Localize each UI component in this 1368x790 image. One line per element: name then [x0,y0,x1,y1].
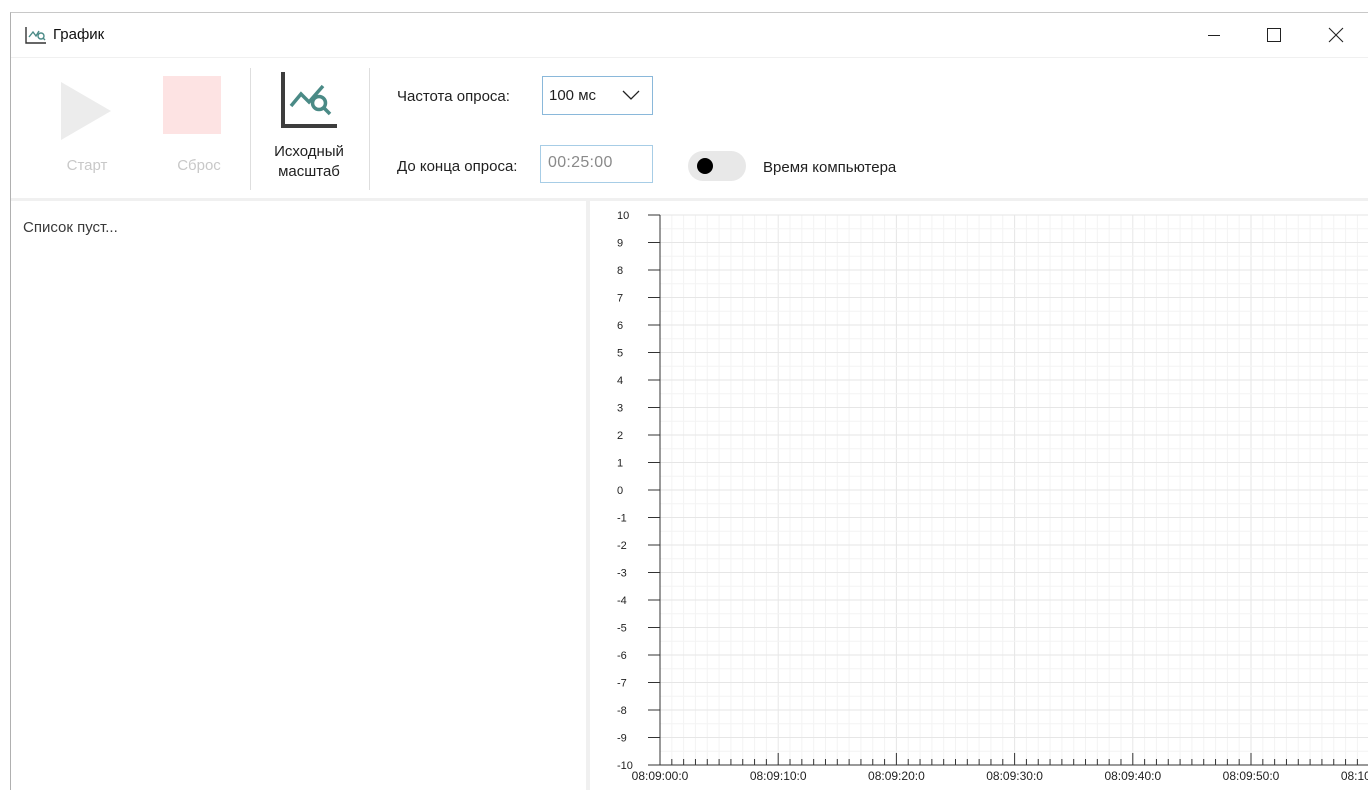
window-title: График [53,26,105,43]
toolbar-divider [250,68,251,190]
x-tick-label: 08:09:10:0 [750,769,807,783]
minimize-button[interactable] [1191,13,1237,57]
toggle-knob [697,158,713,174]
x-tick-label: 08:09:20:0 [868,769,925,783]
start-label: Старт [66,157,108,174]
app-window: График Старт Сброс Исходный масштаб Част… [10,12,1368,790]
start-button[interactable]: Старт [39,66,135,184]
list-empty-text: Список пуст... [23,219,118,236]
y-tick-label: -8 [617,705,627,717]
y-tick-label: -4 [617,595,627,607]
reset-zoom-button[interactable]: Исходный масштаб [257,66,361,196]
toolbar-divider [369,68,370,190]
poll-rate-select[interactable]: 100 мс [542,76,653,115]
close-button[interactable] [1313,13,1359,57]
y-tick-label: 9 [617,238,623,250]
chart-area[interactable]: 109876543210-1-2-3-4-5-6-7-8-9-1008:09:0… [590,201,1368,790]
x-tick-label: 08:09:00:0 [632,769,689,783]
y-tick-label: -7 [617,678,627,690]
chart-app-icon [25,27,46,44]
title-bar[interactable]: График [11,13,1368,57]
y-tick-label: 5 [617,348,623,360]
pc-time-label: Время компьютера [763,159,897,176]
series-list[interactable]: Список пуст... [11,201,586,790]
toolbar: Старт Сброс Исходный масштаб Частота опр… [11,57,1368,198]
y-tick-label: 7 [617,293,623,305]
chevron-down-icon [622,90,640,100]
y-tick-label: -10 [617,760,633,772]
reset-button[interactable]: Сброс [151,66,247,184]
maximize-button[interactable] [1251,13,1297,57]
x-tick-label: 08:09:50:0 [1223,769,1280,783]
reset-zoom-label: Исходный масштаб [257,142,361,182]
reset-label: Сброс [177,157,221,174]
stop-icon [163,76,221,134]
y-tick-label: -5 [617,623,627,635]
y-tick-label: 6 [617,320,623,332]
poll-rate-label: Частота опроса: [397,88,510,105]
y-tick-label: -6 [617,650,627,662]
x-tick-label: 08:09:30:0 [986,769,1043,783]
y-tick-label: 2 [617,430,623,442]
y-tick-label: 1 [617,458,623,470]
reset-zoom-label-line2: масштаб [278,163,340,180]
minimize-icon [1208,35,1220,36]
y-tick-label: -3 [617,568,627,580]
close-icon [1328,27,1344,43]
y-tick-label: -1 [617,513,627,525]
time-left-field[interactable]: 00:25:00 [540,145,653,183]
play-icon [61,82,111,140]
zoom-chart-icon [281,72,337,128]
poll-rate-value: 100 мс [549,87,597,104]
y-tick-label: 10 [617,210,629,222]
time-left-label: До конца опроса: [397,158,518,175]
y-tick-label: 3 [617,403,623,415]
y-tick-label: 8 [617,265,623,277]
maximize-icon [1267,28,1281,42]
x-tick-label: 08:09:40:0 [1104,769,1161,783]
y-tick-label: 0 [617,485,623,497]
y-tick-label: -2 [617,540,627,552]
y-tick-label: -9 [617,733,627,745]
reset-zoom-label-line1: Исходный [274,143,344,160]
pc-time-toggle[interactable] [688,151,746,181]
x-tick-label: 08:10:00:0 [1341,769,1368,783]
y-tick-label: 4 [617,375,623,387]
